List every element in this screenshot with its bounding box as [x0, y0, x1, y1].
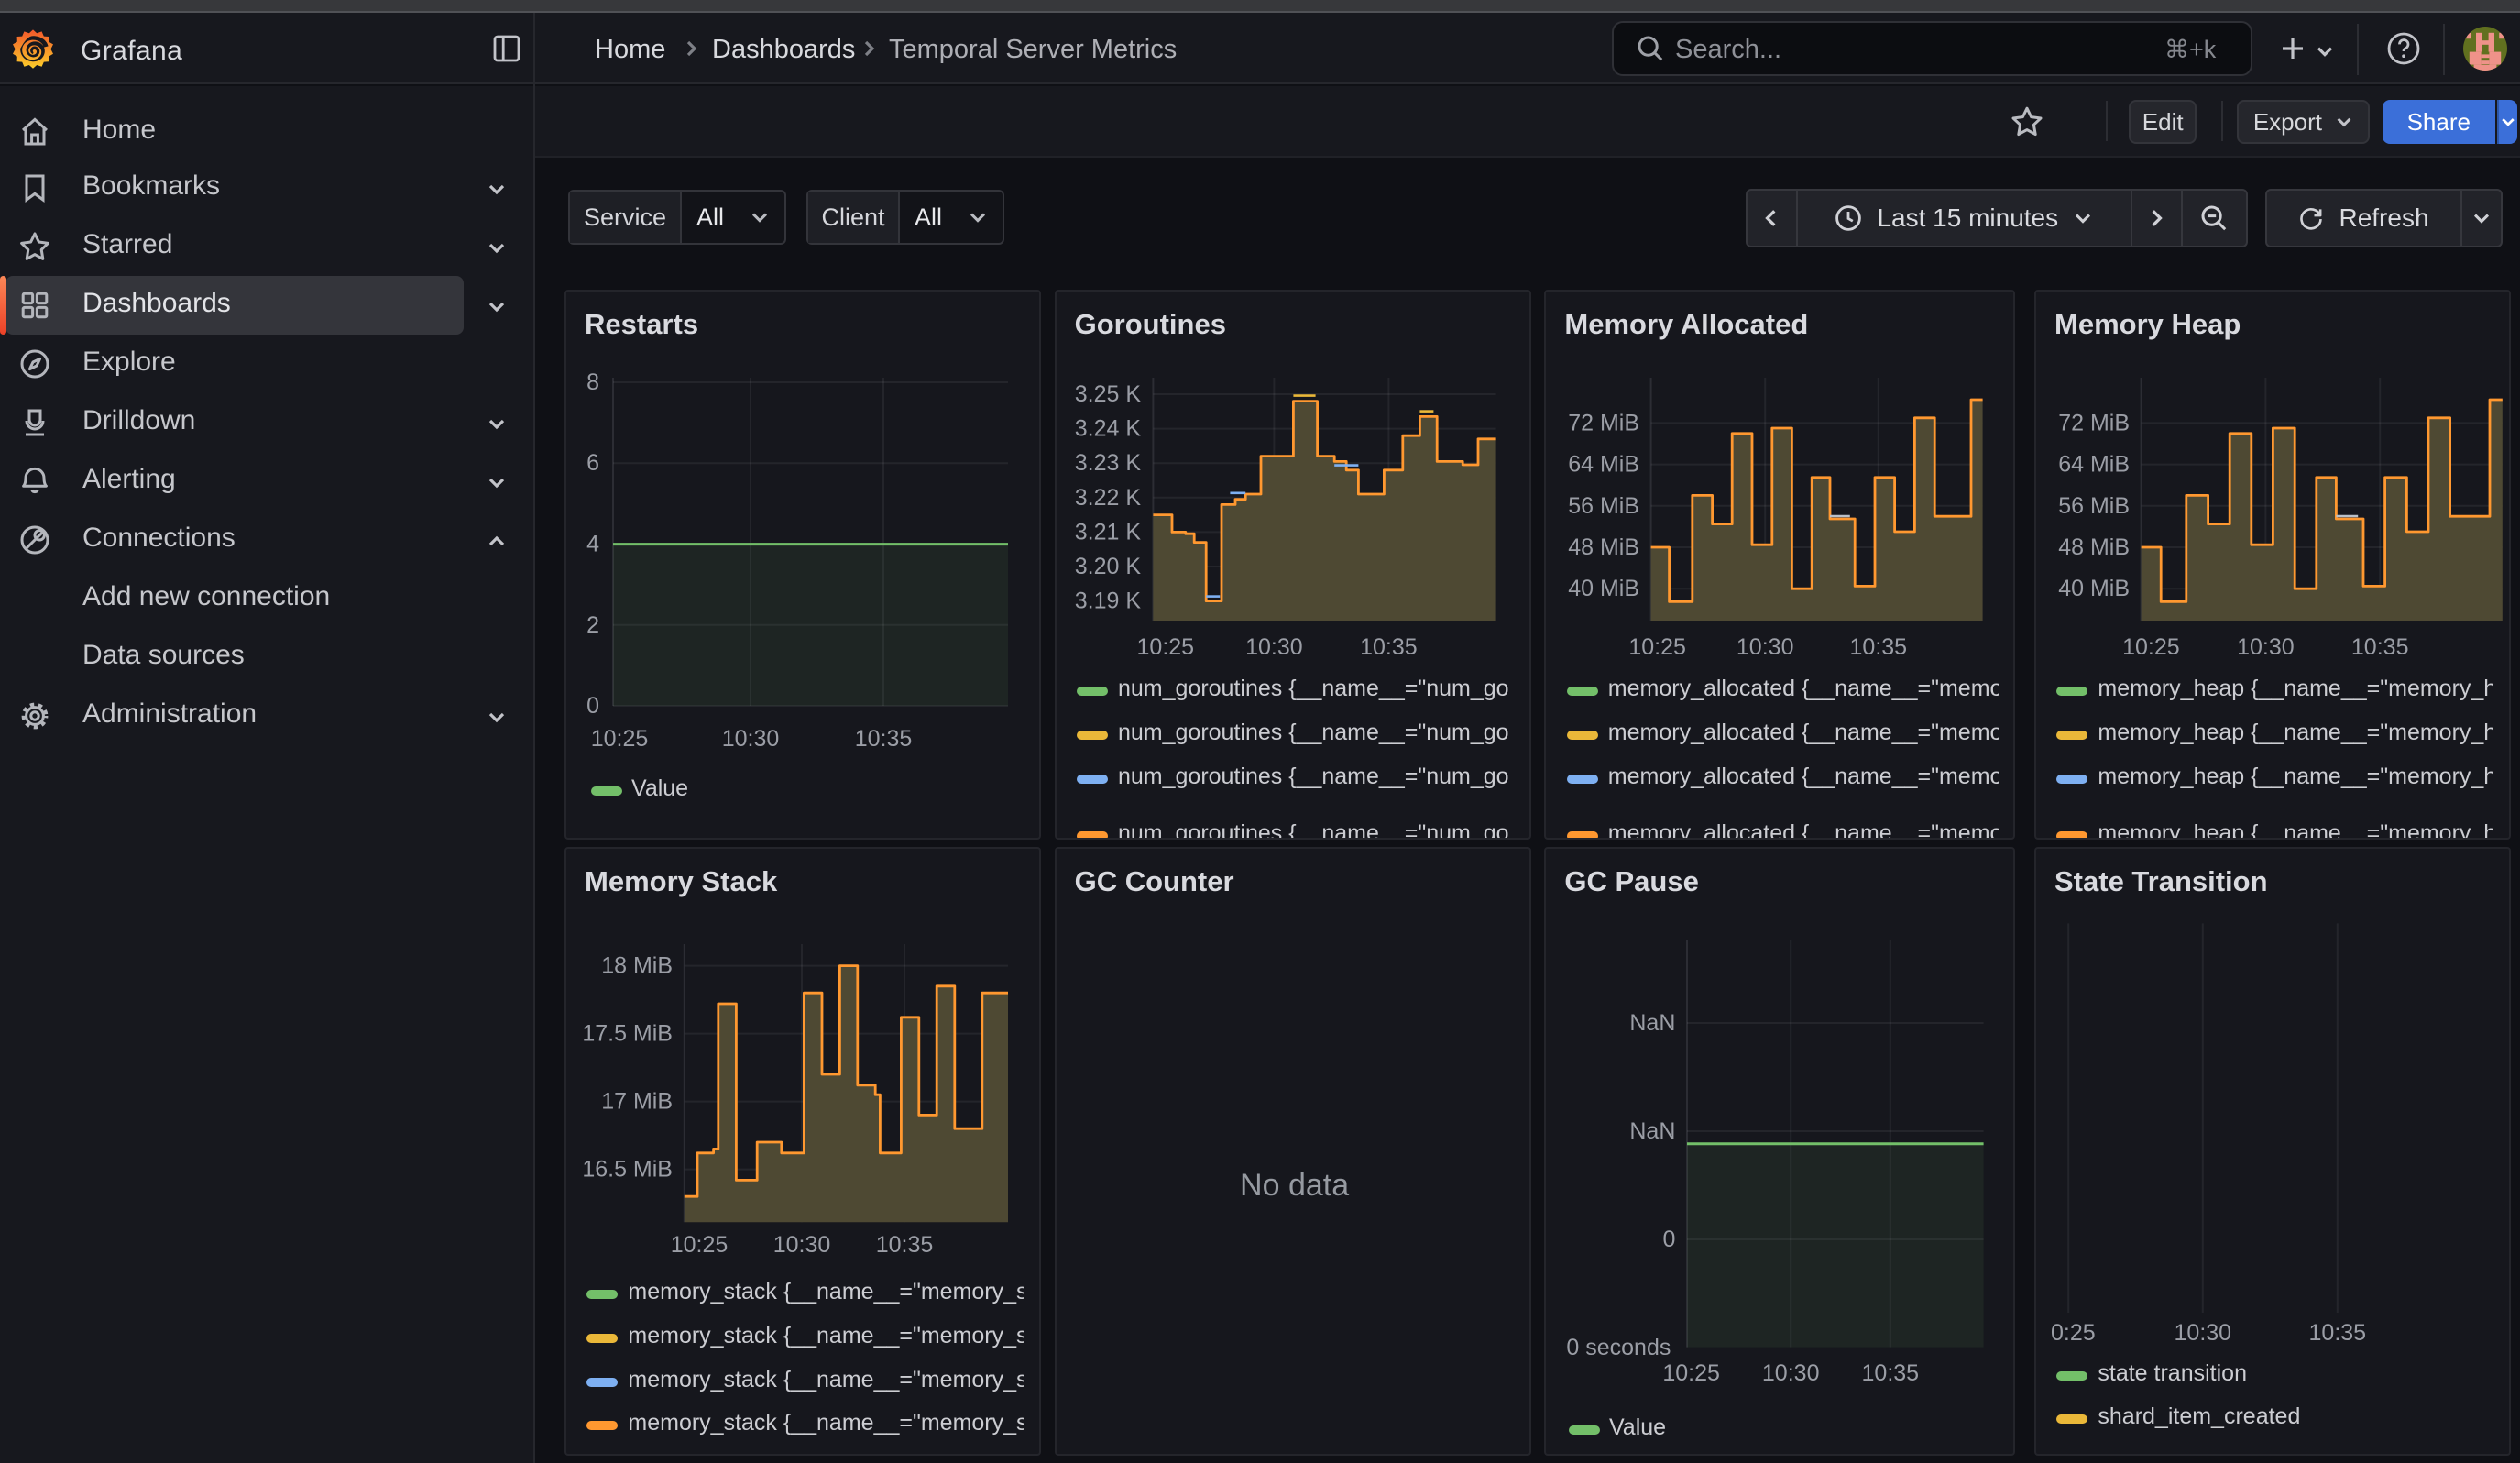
svg-text:NaN: NaN	[1630, 1118, 1676, 1144]
svg-text:3.23 K: 3.23 K	[1074, 450, 1141, 476]
svg-text:40 MiB: 40 MiB	[1569, 576, 1640, 601]
svg-text:0: 0	[586, 693, 599, 719]
svg-text:17 MiB: 17 MiB	[601, 1089, 673, 1115]
svg-text:40 MiB: 40 MiB	[2058, 576, 2130, 601]
svg-text:48 MiB: 48 MiB	[2058, 534, 2130, 560]
svg-text:0:25: 0:25	[2051, 1320, 2096, 1346]
svg-text:10:30: 10:30	[1245, 634, 1303, 660]
svg-text:48 MiB: 48 MiB	[1569, 534, 1640, 560]
svg-text:10:35: 10:35	[2351, 634, 2409, 660]
svg-text:3.25 K: 3.25 K	[1074, 381, 1141, 407]
svg-text:18 MiB: 18 MiB	[601, 953, 673, 979]
svg-text:64 MiB: 64 MiB	[2058, 452, 2130, 478]
svg-text:10:35: 10:35	[876, 1232, 934, 1258]
svg-text:10:25: 10:25	[1629, 634, 1687, 660]
svg-text:10:35: 10:35	[855, 726, 913, 752]
svg-text:16.5 MiB: 16.5 MiB	[582, 1157, 673, 1182]
svg-text:10:30: 10:30	[722, 726, 780, 752]
svg-text:10:35: 10:35	[1360, 634, 1418, 660]
svg-text:10:35: 10:35	[1862, 1360, 1920, 1386]
svg-text:56 MiB: 56 MiB	[1569, 493, 1640, 519]
svg-text:10:25: 10:25	[1663, 1360, 1721, 1386]
svg-text:10:30: 10:30	[1762, 1360, 1820, 1386]
svg-text:64 MiB: 64 MiB	[1569, 452, 1640, 478]
svg-text:3.24 K: 3.24 K	[1074, 416, 1141, 442]
svg-text:10:35: 10:35	[1850, 634, 1908, 660]
svg-text:10:30: 10:30	[1737, 634, 1794, 660]
svg-text:6: 6	[586, 450, 599, 476]
svg-text:56 MiB: 56 MiB	[2058, 493, 2130, 519]
svg-text:3.21 K: 3.21 K	[1074, 519, 1141, 544]
svg-text:10:30: 10:30	[2175, 1320, 2232, 1346]
svg-text:10:25: 10:25	[671, 1232, 729, 1258]
svg-text:NaN: NaN	[1630, 1010, 1676, 1036]
svg-text:72 MiB: 72 MiB	[1569, 410, 1640, 435]
svg-text:8: 8	[586, 369, 599, 395]
svg-text:72 MiB: 72 MiB	[2058, 410, 2130, 435]
svg-text:17.5 MiB: 17.5 MiB	[582, 1021, 673, 1047]
svg-text:10:30: 10:30	[773, 1232, 831, 1258]
svg-text:3.20 K: 3.20 K	[1074, 554, 1141, 579]
svg-text:3.19 K: 3.19 K	[1074, 588, 1141, 614]
svg-text:10:35: 10:35	[2309, 1320, 2367, 1346]
svg-text:10:25: 10:25	[1136, 634, 1194, 660]
svg-text:10:25: 10:25	[591, 726, 649, 752]
svg-text:0: 0	[1663, 1226, 1676, 1252]
svg-text:4: 4	[586, 532, 599, 557]
svg-text:10:25: 10:25	[2122, 634, 2180, 660]
svg-text:10:30: 10:30	[2237, 634, 2295, 660]
svg-text:3.22 K: 3.22 K	[1074, 485, 1141, 511]
svg-text:2: 2	[586, 612, 599, 638]
svg-text:0 seconds: 0 seconds	[1567, 1335, 1671, 1360]
